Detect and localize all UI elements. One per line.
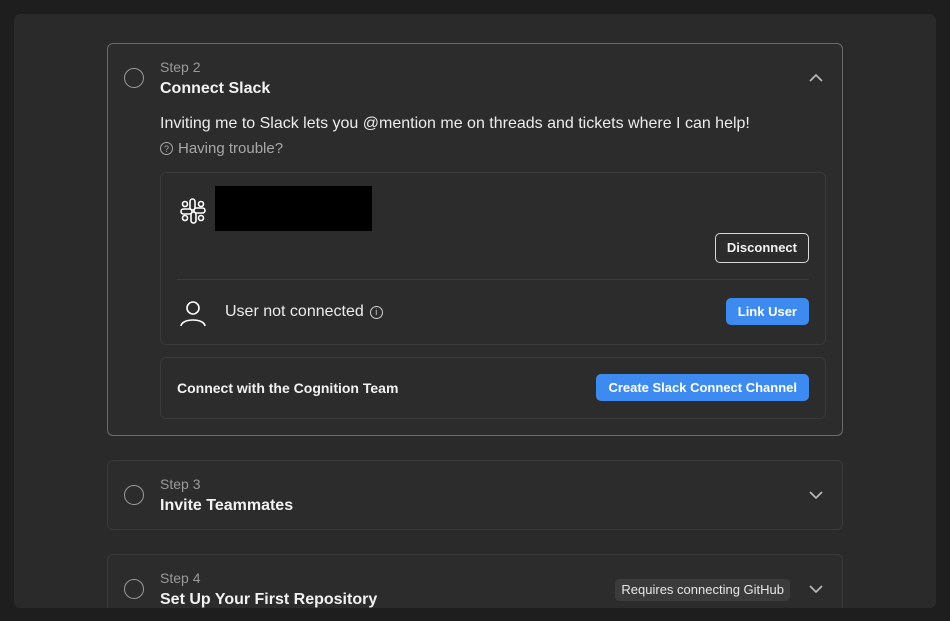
chevron-up-icon[interactable] bbox=[808, 70, 824, 86]
slack-intro-text: Inviting me to Slack lets you @mention m… bbox=[160, 115, 750, 132]
redacted-workspace-name bbox=[215, 186, 372, 231]
step-2-radio[interactable] bbox=[124, 68, 144, 88]
step-2-title: Connect Slack bbox=[160, 80, 271, 97]
user-icon bbox=[180, 301, 206, 327]
step-4-card[interactable]: Step 4 Set Up Your First Repository Requ… bbox=[107, 554, 843, 608]
help-circle-icon: ? bbox=[160, 142, 173, 155]
step-2-label: Step 2 bbox=[160, 59, 201, 75]
step-3-title: Invite Teammates bbox=[160, 497, 294, 514]
step-2-card: Step 2 Connect Slack Inviting me to Slac… bbox=[107, 43, 843, 436]
step-4-title: Set Up Your First Repository bbox=[160, 591, 378, 608]
onboarding-panel: Step 2 Connect Slack Inviting me to Slac… bbox=[14, 14, 936, 608]
cognition-team-label: Connect with the Cognition Team bbox=[177, 380, 399, 396]
step-3-card[interactable]: Step 3 Invite Teammates bbox=[107, 460, 843, 530]
chevron-down-icon[interactable] bbox=[808, 581, 824, 597]
step-4-radio[interactable] bbox=[124, 579, 144, 599]
cognition-team-box: Connect with the Cognition Team Create S… bbox=[160, 357, 826, 419]
step-3-radio[interactable] bbox=[124, 485, 144, 505]
having-trouble-label: Having trouble? bbox=[178, 140, 284, 157]
step-4-label: Step 4 bbox=[160, 570, 201, 586]
slack-icon bbox=[180, 198, 206, 224]
link-user-button[interactable]: Link User bbox=[725, 298, 809, 325]
having-trouble-link[interactable]: ? Having trouble? bbox=[160, 140, 283, 157]
chevron-down-icon[interactable] bbox=[808, 487, 824, 503]
step-3-label: Step 3 bbox=[160, 476, 201, 492]
user-status-label: User not connected bbox=[225, 303, 364, 320]
divider bbox=[177, 279, 809, 280]
requires-github-badge: Requires connecting GitHub bbox=[615, 579, 790, 601]
create-slack-connect-channel-button[interactable]: Create Slack Connect Channel bbox=[596, 374, 809, 401]
info-icon[interactable]: i bbox=[369, 305, 383, 319]
disconnect-button[interactable]: Disconnect bbox=[714, 233, 809, 263]
user-status: User not connected i bbox=[225, 303, 383, 321]
slack-connection-box: Disconnect User not connected i Link Use… bbox=[160, 172, 826, 345]
